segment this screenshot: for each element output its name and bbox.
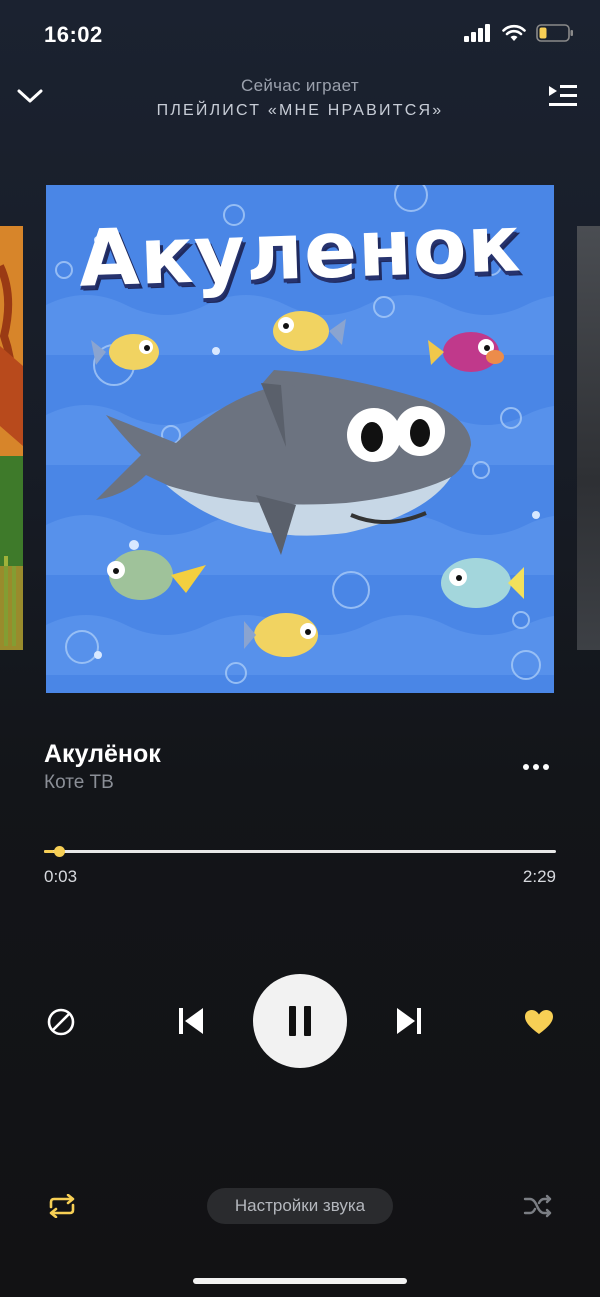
- wifi-icon: [502, 24, 526, 41]
- now-playing-header: Сейчас играет ПЛЕЙЛИСТ «МНЕ НРАВИТСЯ»: [0, 76, 600, 120]
- battery-icon: [536, 24, 573, 42]
- progress-handle[interactable]: [54, 846, 66, 857]
- queue-list-icon: [549, 85, 577, 106]
- more-options-button[interactable]: [516, 752, 556, 782]
- status-icons: [464, 24, 574, 42]
- next-track-cover[interactable]: [577, 226, 600, 650]
- dislike-button[interactable]: [44, 1005, 78, 1039]
- signal-icon: [464, 24, 490, 42]
- play-pause-button[interactable]: [253, 974, 347, 1068]
- queue-button[interactable]: [546, 80, 580, 112]
- heart-icon: [525, 1010, 553, 1034]
- shuffle-icon: [523, 1194, 552, 1218]
- track-title: Акулёнок: [44, 740, 161, 768]
- album-cover: Акуленок: [46, 185, 554, 693]
- header-subtitle: Сейчас играет: [241, 76, 359, 95]
- more-dot: [533, 764, 539, 770]
- pause-icon: [289, 1006, 311, 1036]
- block-icon: [47, 1008, 75, 1036]
- like-button[interactable]: [520, 1004, 558, 1040]
- shuffle-button[interactable]: [520, 1190, 556, 1222]
- cover-title-text: Акуленок: [77, 199, 523, 305]
- previous-track-cover[interactable]: [0, 226, 23, 650]
- playlist-title[interactable]: ПЛЕЙЛИСТ «МНЕ НРАВИТСЯ»: [0, 102, 600, 120]
- repeat-icon: [49, 1194, 75, 1218]
- repeat-button[interactable]: [44, 1190, 80, 1222]
- sound-settings-button[interactable]: Настройки звука: [207, 1188, 393, 1224]
- total-time: 2:29: [522, 867, 556, 886]
- home-indicator[interactable]: [193, 1278, 407, 1284]
- skip-previous-icon: [179, 1008, 203, 1034]
- more-dot: [543, 764, 549, 770]
- track-artist[interactable]: Коте ТВ: [44, 772, 114, 794]
- previous-track-button[interactable]: [170, 1000, 212, 1042]
- next-track-button[interactable]: [388, 1000, 430, 1042]
- more-dots-icon: [523, 764, 529, 770]
- skip-next-icon: [397, 1008, 421, 1034]
- status-time: 16:02: [44, 22, 103, 47]
- progress-bar[interactable]: [44, 850, 556, 853]
- elapsed-time: 0:03: [44, 867, 78, 886]
- previous-cover-art: [0, 226, 23, 650]
- progress-fill: [44, 850, 55, 853]
